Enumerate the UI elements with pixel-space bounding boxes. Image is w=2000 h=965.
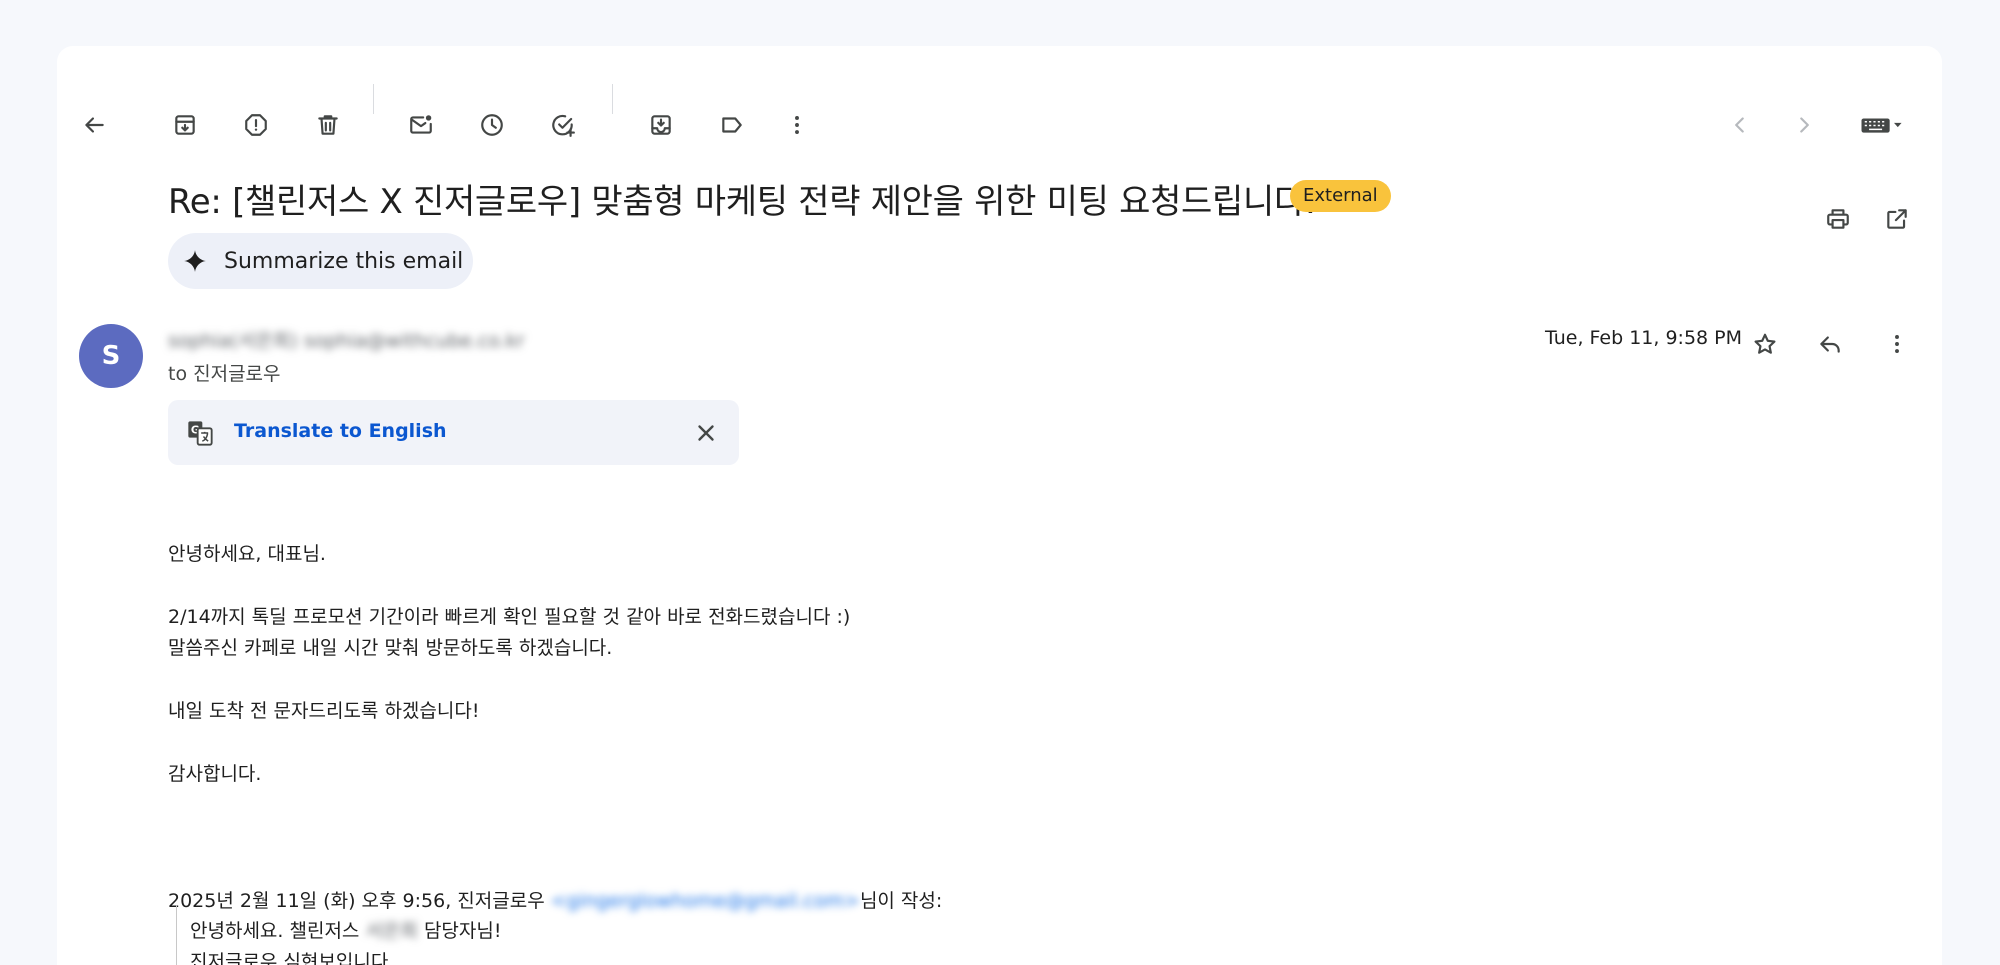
more-vert-icon [1895,335,1899,353]
recipient-line[interactable]: to 진저글로우 [168,359,281,386]
move-to-icon [651,115,671,135]
external-badge: External [1290,180,1391,212]
snooze-button[interactable] [470,103,514,147]
message-more-options-button[interactable] [1875,322,1919,366]
translate-icon: G [188,421,213,446]
body-line: 내일 도착 전 문자드리도록 하겠습니다! [168,700,480,722]
label-icon [722,117,742,133]
body-line: 안녕하세요, 대표님. [168,543,326,565]
email-date: Tue, Feb 11, 9:58 PM [1545,327,1743,349]
add-task-button[interactable] [541,103,585,147]
keyboard-icon [1861,118,1902,133]
report-spam-button[interactable] [234,103,278,147]
close-icon[interactable] [693,420,719,446]
translate-link[interactable]: Translate to English [234,420,447,442]
snooze-icon [481,114,503,136]
archive-button[interactable] [163,103,207,147]
mark-unread-icon [410,115,432,134]
report-spam-icon [245,114,267,136]
quoted-line-blurred-name: 서은희 [365,920,418,942]
back-arrow-icon [85,117,104,133]
quoted-line-prefix: 안녕하세요. 챌린저스 [190,920,366,942]
sender-avatar[interactable]: S [79,324,143,388]
archive-icon [175,115,195,135]
delete-button[interactable] [306,103,350,147]
reply-icon [1820,336,1840,353]
move-to-button[interactable] [639,103,683,147]
input-tools-button[interactable] [1846,103,1916,147]
sender-name-email[interactable]: sophia(서은희) sophia@withcube.co.kr [168,326,525,353]
mark-unread-button[interactable] [399,103,443,147]
open-in-new-window-button[interactable] [1875,197,1919,241]
star-icon [1754,333,1776,354]
quote-header-prefix: 2025년 2월 11일 (화) 오후 9:56, 진저글로우 [168,890,551,912]
translate-banner: G Translate to English [168,400,739,465]
sparkle-icon [184,250,206,272]
delete-icon [318,115,338,135]
quote-header-suffix: 님이 작성: [859,890,943,912]
add-task-icon [552,114,575,137]
toolbar-divider [612,84,613,114]
more-vert-icon [795,116,799,134]
body-line: 감사합니다. [168,763,262,785]
quoted-line: 안녕하세요. 챌린저스 서은희 담당자님! [190,916,501,943]
print-all-button[interactable] [1816,197,1860,241]
print-icon [1827,209,1849,229]
quote-header-email[interactable]: <gingerglowhome@gmail.com> [551,890,860,912]
back-button[interactable] [72,103,116,147]
star-button[interactable] [1743,322,1787,366]
older-button[interactable] [1782,103,1826,147]
body-line: 2/14까지 톡딜 프로모션 기간이라 빠르게 확인 필요할 것 같아 바로 전… [168,606,851,628]
email-subject: Re: [챌린저스 X 진저글로우] 맞춤형 마케팅 전략 제안을 위한 미팅 … [168,182,1316,222]
quote-header: 2025년 2월 11일 (화) 오후 9:56, 진저글로우 <gingerg… [168,886,942,913]
body-line: 말씀주신 카페로 내일 시간 맞춰 방문하도록 하겠습니다. [168,637,613,659]
newer-button[interactable] [1718,103,1762,147]
summarize-email-button[interactable]: Summarize this email [168,233,473,289]
labels-button[interactable] [710,103,754,147]
quoted-line-suffix: 담당자님! [417,920,502,942]
open-new-window-icon [1887,209,1907,229]
summarize-label: Summarize this email [224,248,464,274]
quote-bar [176,905,177,965]
email-view-panel: Re: [챌린저스 X 진저글로우] 맞춤형 마케팅 전략 제안을 위한 미팅 … [57,46,1942,965]
newer-chevron-icon [1735,117,1744,133]
older-chevron-icon [1800,117,1809,133]
more-options-button[interactable] [775,103,819,147]
reply-button[interactable] [1808,322,1852,366]
quoted-line: 진저글로우 심현보입니다. [190,951,395,965]
toolbar-divider [373,84,374,114]
